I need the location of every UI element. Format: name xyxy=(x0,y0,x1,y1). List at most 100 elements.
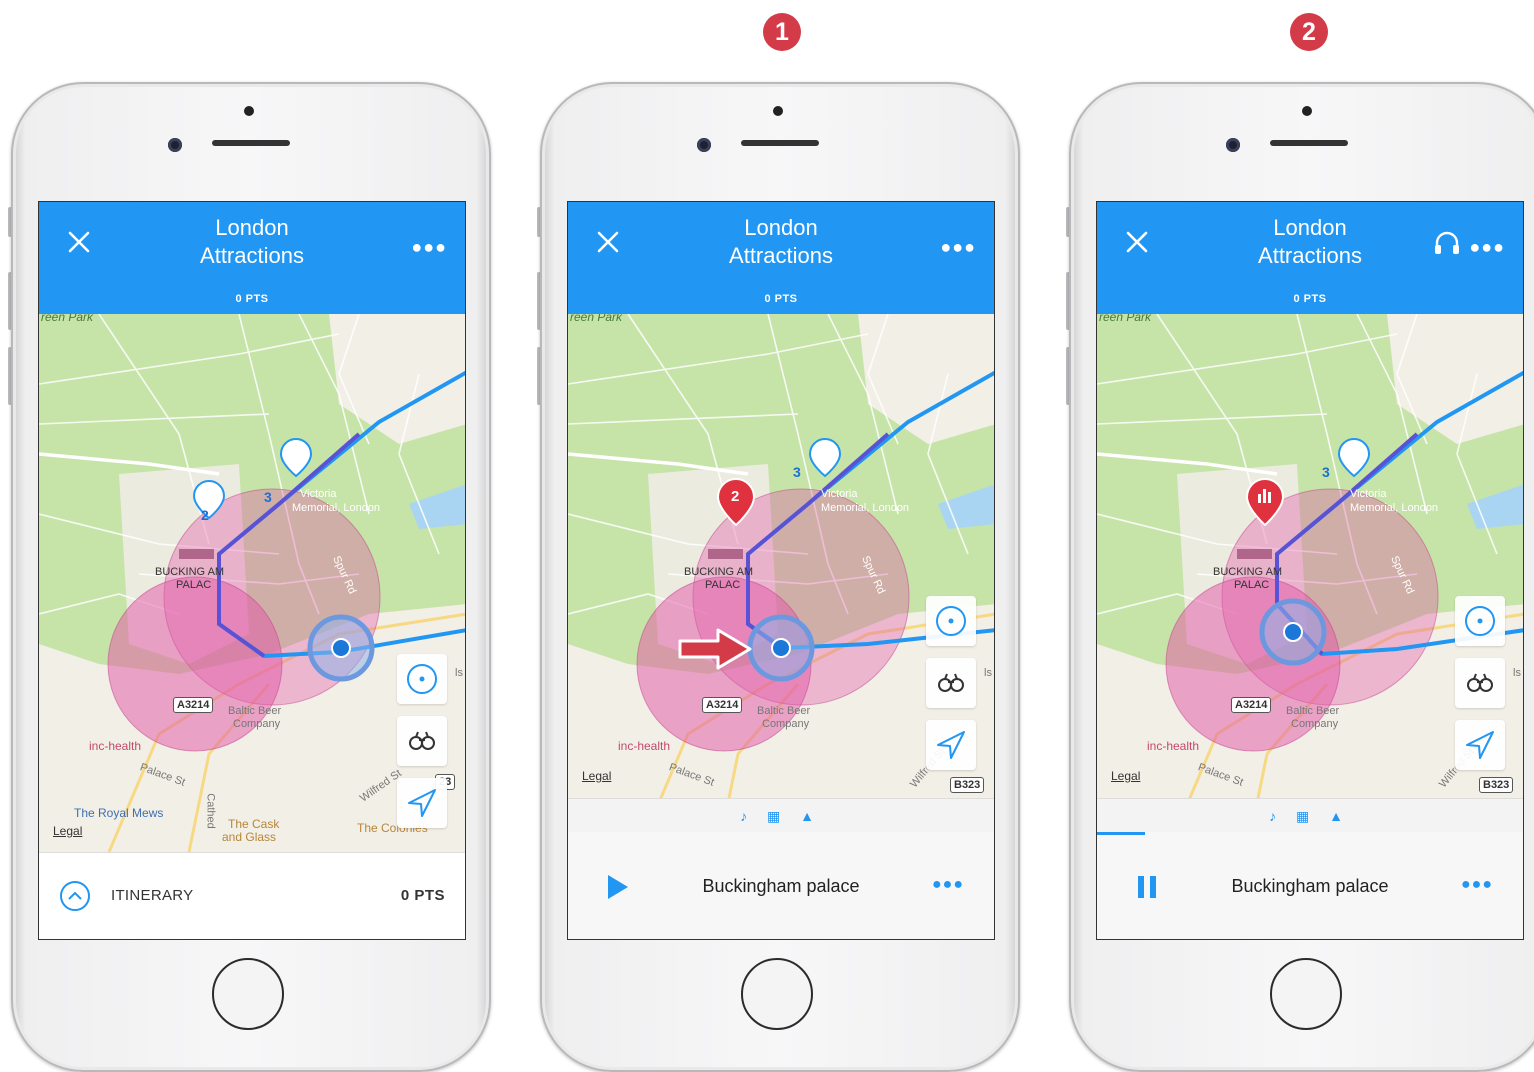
map-label-palace-2: PALAC xyxy=(176,579,212,591)
app-header: London Attractions ●●● 0 PTS xyxy=(1097,202,1523,314)
player-track-title: Buckingham palace xyxy=(1231,876,1389,896)
map-label-victoria: Victoria xyxy=(1350,488,1387,500)
phone-3: London Attractions ●●● 0 PTS reen Park V… xyxy=(1066,82,1534,1072)
road-tag-a3214: A3214 xyxy=(1231,697,1272,713)
app-screen: London Attractions ●●● 0 PTS reen Park V… xyxy=(567,201,995,940)
front-camera xyxy=(1226,138,1240,152)
marker-3[interactable]: 3 xyxy=(1322,464,1330,480)
map-label-palace: BUCKING AM xyxy=(155,566,225,578)
marker-2[interactable]: 2 xyxy=(201,507,209,523)
map-label-palace: BUCKING AM xyxy=(684,566,754,578)
binoculars-icon xyxy=(1467,673,1493,692)
legal-link[interactable]: Legal xyxy=(1111,769,1140,783)
more-options-icon[interactable]: ●●● xyxy=(940,237,976,258)
map-view[interactable]: reen Park Victoria Memorial, London BUCK… xyxy=(39,314,465,852)
media-types-bar: ♪ ▦ ▲ xyxy=(568,798,994,833)
target-icon xyxy=(936,606,966,636)
binoculars-icon xyxy=(409,731,435,750)
map-label-baltic-2: Company xyxy=(762,718,810,730)
media-types-bar: ♪ ▦ ▲ xyxy=(1097,798,1523,833)
map-label-cask-2: and Glass xyxy=(222,830,277,844)
map-label-baltic-2: Company xyxy=(1291,718,1339,730)
headphones-icon[interactable] xyxy=(1433,230,1461,256)
explore-button[interactable] xyxy=(397,716,447,766)
map-label-baltic: Baltic Beer xyxy=(757,705,811,717)
navigation-arrow-icon xyxy=(1466,731,1494,759)
binoculars-icon xyxy=(938,673,964,692)
map-label-baltic: Baltic Beer xyxy=(1286,705,1340,717)
page-title: London Attractions xyxy=(568,214,994,270)
points-indicator: 0 PTS xyxy=(764,293,798,305)
map-label-cathedral: Cathed xyxy=(204,793,217,829)
legal-link[interactable]: Legal xyxy=(582,769,611,783)
annotation-arrow-icon xyxy=(678,628,752,670)
map-view[interactable]: reen Park Victoria Memorial, London BUCK… xyxy=(568,314,994,852)
explore-button[interactable] xyxy=(1455,658,1505,708)
locate-me-button[interactable] xyxy=(397,654,447,704)
home-button[interactable] xyxy=(1270,958,1342,1030)
chevron-up-icon[interactable] xyxy=(59,880,91,912)
map-label-ls-m: ls M xyxy=(455,667,465,679)
navigate-button[interactable] xyxy=(926,720,976,770)
home-button[interactable] xyxy=(212,958,284,1030)
map-label-royal-mews: The Royal Mews xyxy=(74,806,164,820)
player-more-icon[interactable]: ●●● xyxy=(932,876,964,894)
legal-link[interactable]: Legal xyxy=(53,824,82,838)
map-label-ls-m: ls M xyxy=(1513,667,1523,679)
proximity-sensor xyxy=(773,106,783,116)
more-options-icon[interactable]: ●●● xyxy=(411,237,447,258)
title-line-1: London xyxy=(215,215,289,240)
map-label-palace: BUCKING AM xyxy=(1213,566,1283,578)
step-badge-2: 2 xyxy=(1290,13,1328,51)
map-label-baltic: Baltic Beer xyxy=(228,705,282,717)
phone-1: London Attractions ●●● 0 PTS reen Park V… xyxy=(8,82,491,1072)
map-label-park: reen Park xyxy=(1099,314,1152,324)
map-label-inc-health: inc-health xyxy=(1147,739,1200,753)
marker-3[interactable]: 3 xyxy=(793,464,801,480)
map-label-ls-m: ls M xyxy=(984,667,994,679)
road-tag-a3214: A3214 xyxy=(173,697,214,713)
explore-button[interactable] xyxy=(926,658,976,708)
itinerary-label[interactable]: ITINERARY xyxy=(111,887,193,904)
media-type-icons: ♪ ▦ ▲ xyxy=(740,808,822,824)
navigate-button[interactable] xyxy=(397,778,447,828)
app-header: London Attractions ●●● 0 PTS xyxy=(568,202,994,314)
itinerary-points: 0 PTS xyxy=(400,887,445,904)
map-canvas xyxy=(39,314,465,852)
earpiece-speaker xyxy=(1270,140,1348,146)
home-button[interactable] xyxy=(741,958,813,1030)
map-view[interactable]: reen Park Victoria Memorial, London BUCK… xyxy=(1097,314,1523,852)
earpiece-speaker xyxy=(212,140,290,146)
marker-2-active[interactable]: 2 xyxy=(731,488,739,505)
front-camera xyxy=(697,138,711,152)
itinerary-bar[interactable]: ITINERARY 0 PTS xyxy=(39,852,465,939)
media-type-icons: ♪ ▦ ▲ xyxy=(1269,808,1351,824)
map-label-victoria: Victoria xyxy=(300,488,336,500)
title-line-2: Attractions xyxy=(200,243,304,268)
points-indicator: 0 PTS xyxy=(1293,293,1327,305)
map-label-victoria-2: Memorial, London xyxy=(292,502,381,514)
target-icon xyxy=(407,664,437,694)
navigate-button[interactable] xyxy=(1455,720,1505,770)
points-indicator: 0 PTS xyxy=(235,293,269,305)
page-title: London Attractions xyxy=(39,214,465,270)
title-line-1: London xyxy=(744,215,818,240)
map-label-park: reen Park xyxy=(41,314,94,324)
player-more-icon[interactable]: ●●● xyxy=(1461,876,1493,894)
map-label-palace-2: PALAC xyxy=(1234,579,1270,591)
earpiece-speaker xyxy=(741,140,819,146)
map-label-victoria-2: Memorial, London xyxy=(1350,502,1439,514)
app-screen: London Attractions ●●● 0 PTS reen Park V… xyxy=(1096,201,1524,940)
playback-progress-bar[interactable] xyxy=(1097,832,1145,835)
more-options-icon[interactable]: ●●● xyxy=(1469,237,1505,258)
phone-2: London Attractions ●●● 0 PTS reen Park V… xyxy=(537,82,1020,1072)
step-badge-1: 1 xyxy=(763,13,801,51)
navigation-arrow-icon xyxy=(937,731,965,759)
map-label-park: reen Park xyxy=(570,314,623,324)
map-label-cask: The Cask xyxy=(228,817,280,831)
audio-player: Buckingham palace ●●● xyxy=(568,832,994,939)
marker-3[interactable]: 3 xyxy=(264,489,272,505)
locate-me-button[interactable] xyxy=(1455,596,1505,646)
locate-me-button[interactable] xyxy=(926,596,976,646)
road-tag-a3214: A3214 xyxy=(702,697,743,713)
